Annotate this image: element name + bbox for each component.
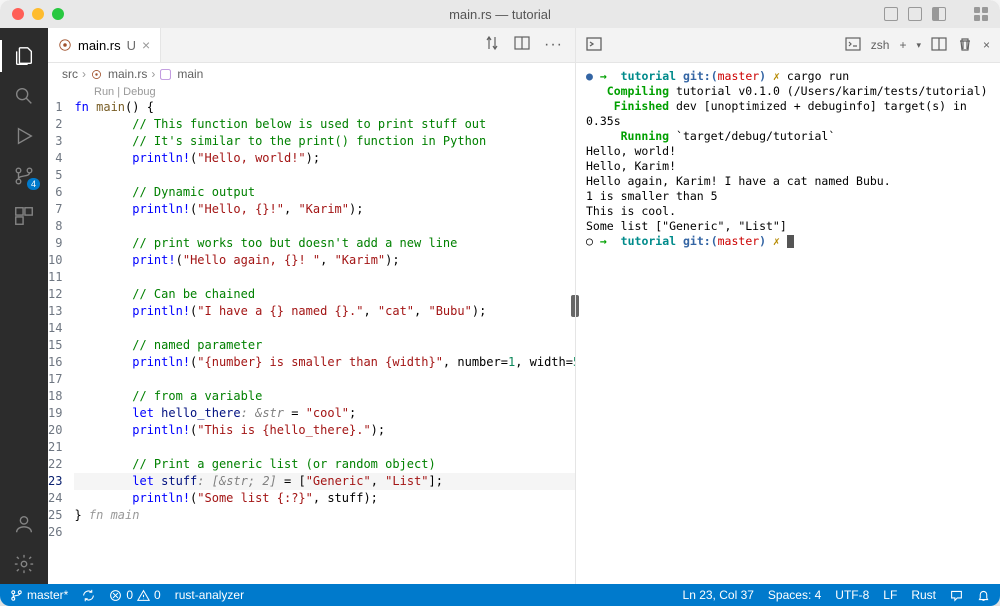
sync-icon bbox=[82, 589, 95, 602]
statusbar-encoding[interactable]: UTF-8 bbox=[835, 588, 869, 602]
kill-terminal-icon[interactable] bbox=[957, 36, 973, 55]
codelens-run-debug[interactable]: Run | Debug bbox=[48, 85, 575, 99]
gear-icon bbox=[13, 553, 35, 575]
statusbar-notifications[interactable] bbox=[977, 589, 990, 602]
window-zoom-button[interactable] bbox=[52, 8, 64, 20]
statusbar-problems[interactable]: 0 0 bbox=[109, 588, 160, 602]
account-icon bbox=[13, 513, 35, 535]
statusbar-indentation[interactable]: Spaces: 4 bbox=[768, 588, 821, 602]
statusbar-eol[interactable]: LF bbox=[883, 588, 897, 602]
error-icon bbox=[109, 589, 122, 602]
main-area: main.rs U × ··· bbox=[48, 28, 1000, 584]
play-icon bbox=[13, 125, 35, 147]
statusbar-cursor-position[interactable]: Ln 23, Col 37 bbox=[683, 588, 754, 602]
window-close-button[interactable] bbox=[12, 8, 24, 20]
more-actions-button[interactable]: ··· bbox=[544, 36, 563, 54]
app-window: main.rs — tutorial 4 bbox=[0, 0, 1000, 606]
editor-tabbar: main.rs U × ··· bbox=[48, 28, 575, 63]
terminal-shell-label[interactable]: zsh bbox=[871, 38, 890, 52]
compare-changes-icon[interactable] bbox=[484, 35, 500, 56]
window-minimize-button[interactable] bbox=[32, 8, 44, 20]
panel-left-icon[interactable] bbox=[884, 7, 898, 21]
chevron-right-icon: › bbox=[82, 67, 86, 81]
panel-right-icon[interactable] bbox=[932, 7, 946, 21]
chevron-right-icon: › bbox=[151, 67, 155, 81]
status-bar: master* 0 0 rust-analyzer Ln 23, Col 37 … bbox=[0, 584, 1000, 606]
statusbar-feedback[interactable] bbox=[950, 589, 963, 602]
statusbar-sync[interactable] bbox=[82, 589, 95, 602]
editor-tab-main-rs[interactable]: main.rs U × bbox=[48, 28, 161, 62]
activity-bar: 4 bbox=[0, 28, 48, 584]
activity-search[interactable] bbox=[0, 76, 48, 116]
rust-file-icon bbox=[90, 67, 104, 81]
breadcrumb-folder: src bbox=[62, 67, 78, 81]
editor-terminal-split: main.rs U × ··· bbox=[48, 28, 1000, 584]
panel-bottom-icon[interactable] bbox=[908, 7, 922, 21]
feedback-icon bbox=[950, 589, 963, 602]
editor-pane: main.rs U × ··· bbox=[48, 28, 575, 584]
activity-source-control[interactable]: 4 bbox=[0, 156, 48, 196]
breadcrumb[interactable]: src › main.rs › main bbox=[48, 63, 575, 85]
warning-icon bbox=[137, 589, 150, 602]
close-panel-button[interactable]: × bbox=[983, 38, 990, 52]
breadcrumb-file: main.rs bbox=[108, 67, 147, 81]
terminal-shell-icon[interactable] bbox=[845, 36, 861, 55]
activity-accounts[interactable] bbox=[0, 504, 48, 544]
statusbar-branch[interactable]: master* bbox=[10, 588, 68, 602]
rust-file-icon bbox=[58, 38, 72, 52]
titlebar-layout-controls bbox=[884, 7, 988, 21]
layout-grid-icon[interactable] bbox=[974, 7, 988, 21]
line-number-gutter: 1234567891011121314151617181920212223242… bbox=[48, 99, 74, 584]
terminal-dropdown-icon[interactable]: ▾ bbox=[916, 40, 921, 51]
code-content[interactable]: fn main() { // This function below is us… bbox=[74, 99, 575, 584]
breadcrumb-symbol: main bbox=[177, 67, 203, 81]
new-terminal-button[interactable]: + bbox=[899, 38, 906, 52]
editor-tab-actions: ··· bbox=[484, 28, 575, 62]
traffic-lights bbox=[12, 8, 64, 20]
activity-explorer[interactable] bbox=[0, 36, 48, 76]
tab-git-status: U bbox=[127, 38, 136, 53]
activity-extensions[interactable] bbox=[0, 196, 48, 236]
files-icon bbox=[13, 45, 35, 67]
symbol-function-icon bbox=[159, 67, 173, 81]
bell-icon bbox=[977, 589, 990, 602]
statusbar-language[interactable]: Rust bbox=[911, 588, 936, 602]
activity-settings[interactable] bbox=[0, 544, 48, 584]
branch-icon bbox=[10, 589, 23, 602]
extensions-icon bbox=[13, 205, 35, 227]
terminal-body[interactable]: ● → tutorial git:(master) ✗ cargo run Co… bbox=[576, 63, 1000, 584]
terminal-toggle-icon[interactable] bbox=[586, 36, 602, 55]
statusbar-lsp[interactable]: rust-analyzer bbox=[175, 588, 244, 602]
window-title: main.rs — tutorial bbox=[449, 7, 551, 22]
tab-close-button[interactable]: × bbox=[142, 37, 150, 53]
terminal-pane: zsh + ▾ × ● → tutorial git:(master) ✗ ca… bbox=[575, 28, 1000, 584]
terminal-header: zsh + ▾ × bbox=[576, 28, 1000, 63]
titlebar: main.rs — tutorial bbox=[0, 0, 1000, 28]
split-terminal-icon[interactable] bbox=[931, 36, 947, 55]
scm-badge: 4 bbox=[27, 178, 40, 190]
split-editor-icon[interactable] bbox=[514, 35, 530, 56]
tab-filename: main.rs bbox=[78, 38, 121, 53]
activity-run-debug[interactable] bbox=[0, 116, 48, 156]
app-body: 4 bbox=[0, 28, 1000, 584]
code-editor[interactable]: 1234567891011121314151617181920212223242… bbox=[48, 99, 575, 584]
search-icon bbox=[13, 85, 35, 107]
